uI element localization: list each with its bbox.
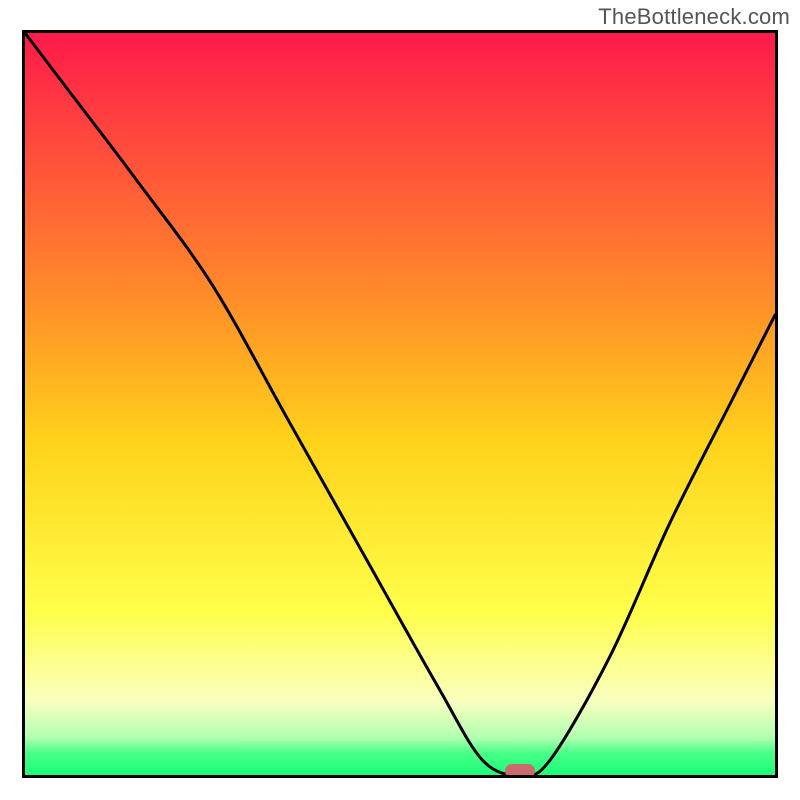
optimal-point-marker (505, 764, 535, 778)
bottleneck-curve (25, 33, 775, 775)
watermark-text: TheBottleneck.com (598, 4, 790, 30)
plot-frame (22, 30, 778, 778)
chart-container: TheBottleneck.com (0, 0, 800, 800)
